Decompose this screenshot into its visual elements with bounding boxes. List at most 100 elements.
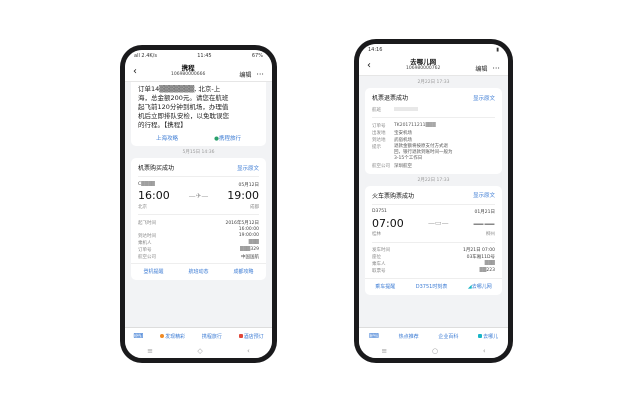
home-nav-icon[interactable]: ○ xyxy=(432,347,438,355)
row-key: 乘机人 xyxy=(138,240,152,246)
card-actions: 登机提醒 航班动态 成都攻略 xyxy=(131,263,266,280)
back-nav-icon[interactable]: ‹ xyxy=(483,347,486,355)
row-key: 发车时间 xyxy=(372,248,390,253)
row-key: 乘车人 xyxy=(372,262,386,267)
show-original-link[interactable]: 显示原文 xyxy=(237,164,259,172)
card-title: 机票购买成功 xyxy=(138,165,175,172)
boarding-reminder-button[interactable]: 登机提醒 xyxy=(143,268,163,275)
menu-discover[interactable]: 发现精彩 xyxy=(160,333,185,340)
flight-code: C▒▒▒▒ xyxy=(138,181,155,187)
qunar-button[interactable]: ◢去哪儿网 xyxy=(468,283,492,290)
ctrip-link[interactable]: ●携程旅行 xyxy=(214,134,241,142)
status-bar: 14:16 ▮ xyxy=(359,44,508,55)
timestamp: 2月22日 17:33 xyxy=(417,80,450,85)
message-line: 的行程。【携程】 xyxy=(138,121,187,129)
keyboard-icon[interactable]: ⌨ xyxy=(133,332,143,340)
status-time: 14:16 xyxy=(368,46,383,53)
system-nav-bar: ≡ ○ ‹ xyxy=(359,344,508,358)
message-line: 订单14▒▒▒▒▒▒▒, 北京-上 xyxy=(138,85,221,93)
menu-ctrip[interactable]: 携程旅行 xyxy=(202,333,222,340)
row-value: 退款金额将按原支付方式退回，银行退款到账时间一般为3-15个工作日 xyxy=(394,143,453,161)
ride-reminder-button[interactable]: 乘车提醒 xyxy=(375,283,395,290)
departure-time: 07:00 xyxy=(372,216,404,230)
redacted-value xyxy=(394,107,418,111)
sender-name: 携程 xyxy=(181,64,195,72)
right-screen: 14:16 ▮ ‹ 去哪儿网 106980000762 编辑 ··· 2月22日 … xyxy=(359,44,508,358)
row-value: 深圳航空 xyxy=(394,163,412,169)
row-key: 订单号 xyxy=(372,123,386,129)
arrival-time: 19:00 xyxy=(227,189,259,202)
row-key: 取票号 xyxy=(372,269,386,274)
row-value: 1月21日 07:00 xyxy=(463,248,495,253)
more-icon[interactable]: ··· xyxy=(492,64,500,73)
row-key: 订单号 xyxy=(138,247,152,253)
card-title: 机票退票成功 xyxy=(372,95,409,102)
edit-button[interactable]: 编辑 xyxy=(239,72,251,79)
hotel-icon xyxy=(238,334,243,338)
keyboard-icon[interactable]: ⌨ xyxy=(369,332,379,340)
back-arrow-icon[interactable]: ‹ xyxy=(367,60,371,71)
row-value: ▒▒▒ xyxy=(484,261,495,266)
row-key: 座位 xyxy=(372,255,381,260)
service-menu: ⌨ 热点推荐 企业百科 去哪儿 xyxy=(359,327,508,344)
flight-date: 05月12日 xyxy=(238,182,259,188)
row-key: 出发地 xyxy=(372,130,386,136)
show-original-link[interactable]: 显示原文 xyxy=(473,191,495,199)
row-value: 03车厢11D号 xyxy=(466,255,495,260)
menu-qunar[interactable]: 去哪儿 xyxy=(478,333,498,340)
menu-hot[interactable]: 热点推荐 xyxy=(399,333,419,340)
home-nav-icon[interactable]: ◇ xyxy=(197,347,202,355)
flight-status-button[interactable]: 航班动态 xyxy=(188,268,208,275)
status-left: all 2.4K/s xyxy=(134,52,157,59)
qunar-icon xyxy=(478,334,483,338)
shanghai-guide-link[interactable]: 上海攻略 xyxy=(156,134,178,142)
row-key: 起飞时间 xyxy=(138,220,156,226)
to-city: 成都 xyxy=(250,204,259,210)
to-city: 柳州 xyxy=(486,232,495,237)
menu-hotel[interactable]: 酒店预订 xyxy=(238,333,264,340)
message-bubble: 订单14▒▒▒▒▒▒▒, 北京-上 海，总金额200元。请您在航班 起飞前120… xyxy=(131,82,266,146)
row-value: ▒▒▒329 xyxy=(240,246,259,252)
train-ticket-card: 火车票购票成功 显示原文 D3751 01月21日 07:00 —▭— —— 桂林… xyxy=(365,185,502,295)
divider xyxy=(138,214,259,215)
timestamp: 5月15日 14:36 xyxy=(182,150,215,155)
more-icon[interactable]: ··· xyxy=(256,70,264,79)
message-line: 海，总金额200元。请您在航班 xyxy=(138,94,229,102)
message-line: 机后立即排队安检，以免耽误您 xyxy=(138,112,229,120)
sender-number: 106980000762 xyxy=(405,65,441,71)
menu-nav-icon[interactable]: ≡ xyxy=(381,347,387,355)
show-original-link[interactable]: 显示原文 xyxy=(473,94,495,102)
discover-icon xyxy=(160,334,165,338)
divider xyxy=(138,176,259,177)
row-value: ▒▒223 xyxy=(479,268,495,273)
timestamp: 2月22日 17:33 xyxy=(417,177,450,183)
back-arrow-icon[interactable]: ‹ xyxy=(133,66,137,77)
conversation-header: ‹ 去哪儿网 106980000762 编辑 ··· xyxy=(359,55,508,76)
row-value: 19:00:00 xyxy=(238,232,259,238)
menu-encyclopedia[interactable]: 企业百科 xyxy=(438,333,458,340)
plane-icon: —✈— xyxy=(188,191,209,200)
refund-card: 机票退票成功 显示原文 航班 订单号 TK201711211▒▒▒ 出发地 宝安机场… xyxy=(365,88,502,174)
row-value: 武宿机场 xyxy=(394,137,412,143)
back-nav-icon[interactable]: ‹ xyxy=(247,347,250,355)
arrival-time: —— xyxy=(472,216,495,230)
row-value: 中国国航 xyxy=(241,254,259,260)
row-value: 2016年5月12日 xyxy=(225,220,259,226)
train-icon: —▭— xyxy=(428,219,449,227)
row-key: 到达地 xyxy=(372,137,386,143)
status-time: 11:45 xyxy=(197,52,212,59)
row-key: 到达时间 xyxy=(138,233,156,239)
service-menu: ⌨ 发现精彩 携程旅行 酒店预订 xyxy=(125,327,272,344)
battery-text: 67% xyxy=(251,52,263,59)
battery-icon: ▮ xyxy=(496,46,499,53)
row-key: 航空公司 xyxy=(138,254,156,260)
card-title: 火车票购票成功 xyxy=(372,192,415,200)
chengdu-guide-button[interactable]: 成都攻略 xyxy=(233,268,253,275)
card-actions: 乘车提醒 D3751时刻表 ◢去哪儿网 xyxy=(365,277,502,295)
edit-button[interactable]: 编辑 xyxy=(475,66,487,73)
timetable-button[interactable]: D3751时刻表 xyxy=(416,283,448,290)
conversation-header: ‹ 携程 106980000666 编辑 ··· xyxy=(125,61,272,82)
system-nav-bar: ≡ ◇ ‹ xyxy=(125,344,272,358)
menu-nav-icon[interactable]: ≡ xyxy=(147,347,153,355)
ticket-card: 机票购买成功 显示原文 C▒▒▒▒ 05月12日 16:00 —✈— 19:00 … xyxy=(131,158,266,280)
